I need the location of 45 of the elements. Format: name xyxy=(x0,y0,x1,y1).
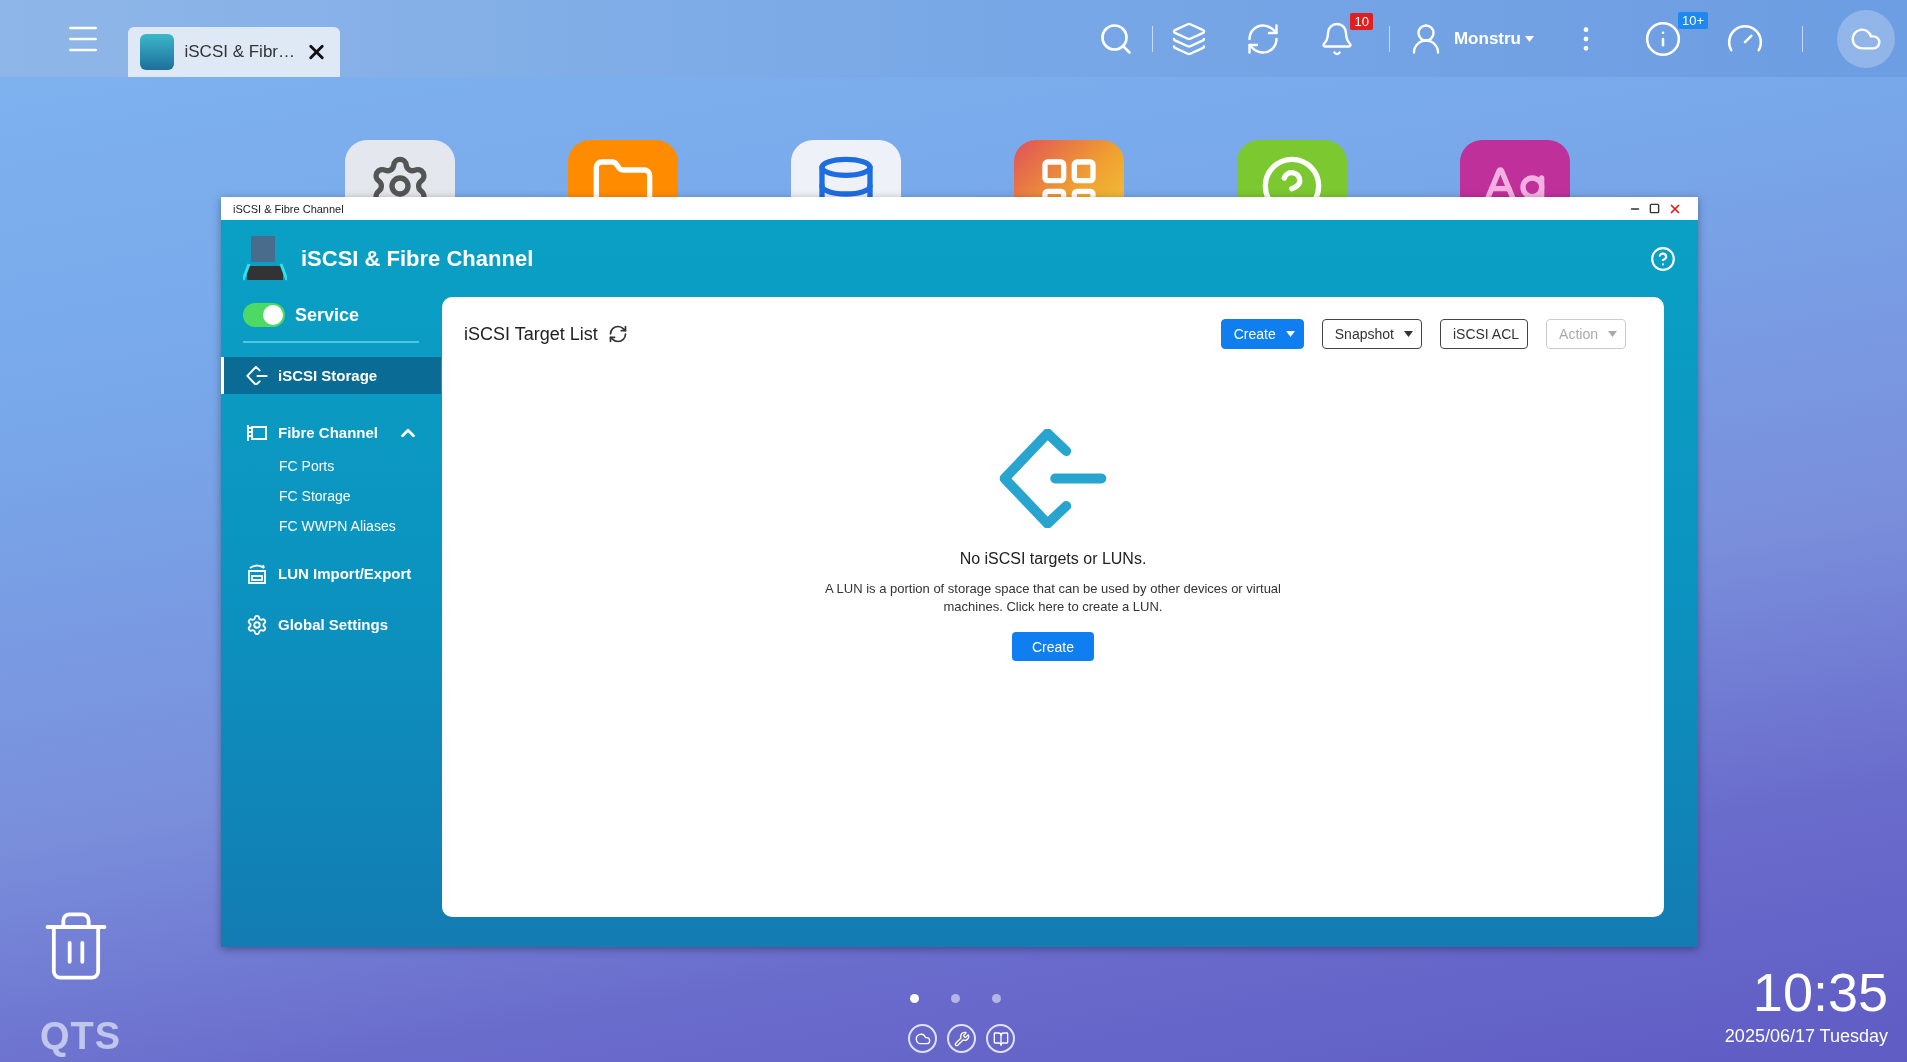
caret-icon xyxy=(1403,331,1413,337)
taskbar-tab[interactable]: iSCSI & Fibr… xyxy=(128,27,340,77)
settings-icon xyxy=(246,613,268,636)
toolbar-button[interactable]: iSCSI ACL xyxy=(1439,319,1529,349)
empty-message: A LUN is a portion of storage space that can be used by other devices or virtual machines. Click here to create a LUN. xyxy=(824,580,1282,616)
info-count: 10+ xyxy=(1677,11,1708,29)
service-label: Service xyxy=(295,304,360,326)
sidebar-subitem[interactable]: FC WWPN Aliases xyxy=(221,511,441,541)
toolbar-button[interactable]: Create xyxy=(1220,319,1304,349)
cloud-button[interactable] xyxy=(908,1024,937,1053)
sidebar-item[interactable]: Global Settings xyxy=(221,606,441,643)
refresh-icon[interactable] xyxy=(607,324,628,344)
panel-title: iSCSI Target List xyxy=(464,323,598,345)
user-menu[interactable]: Monstru xyxy=(1447,27,1540,50)
toolbar-button[interactable]: Snapshot xyxy=(1321,319,1422,349)
sidebar-subitem[interactable]: FC Ports xyxy=(221,451,441,481)
maximize-icon[interactable] xyxy=(1649,203,1660,214)
sidebar-item[interactable]: Fibre Channel xyxy=(221,414,441,451)
iscsi-icon xyxy=(246,365,268,386)
wrench-icon[interactable] xyxy=(953,1030,970,1047)
window-title: iSCSI & Fibre Channel xyxy=(233,202,345,215)
logo-text: QTS xyxy=(40,1015,122,1058)
clock-date: 2025/06/17 Tuesday xyxy=(1724,1026,1888,1047)
create-button[interactable]: Create xyxy=(1012,632,1094,661)
book-button[interactable] xyxy=(986,1024,1015,1053)
service-toggle[interactable] xyxy=(243,303,285,327)
caret-icon xyxy=(1285,331,1295,337)
notification-count: 10 xyxy=(1350,12,1373,30)
app-icon xyxy=(140,34,175,70)
caret-icon xyxy=(1608,331,1617,337)
page-dot[interactable] xyxy=(951,994,960,1003)
clock-time: 10:35 xyxy=(1752,962,1888,1022)
sidebar-item[interactable]: LUN Import/Export xyxy=(221,555,441,592)
sidebar-subitem[interactable]: FC Storage xyxy=(221,481,441,511)
page-dot[interactable] xyxy=(910,994,919,1003)
tools-button[interactable] xyxy=(947,1024,976,1053)
page-dot[interactable] xyxy=(992,994,1001,1003)
sidebar-item[interactable]: iSCSI Storage xyxy=(221,357,441,394)
iscsi-icon xyxy=(998,429,1108,528)
caret-icon xyxy=(1525,35,1534,42)
app-title: iSCSI & Fibre Channel xyxy=(301,245,535,272)
book-icon[interactable] xyxy=(992,1030,1009,1047)
help-icon[interactable] xyxy=(1650,245,1676,272)
fibre-channel-icon xyxy=(246,422,268,443)
empty-heading: No iSCSI targets or LUNs. xyxy=(959,550,1147,568)
